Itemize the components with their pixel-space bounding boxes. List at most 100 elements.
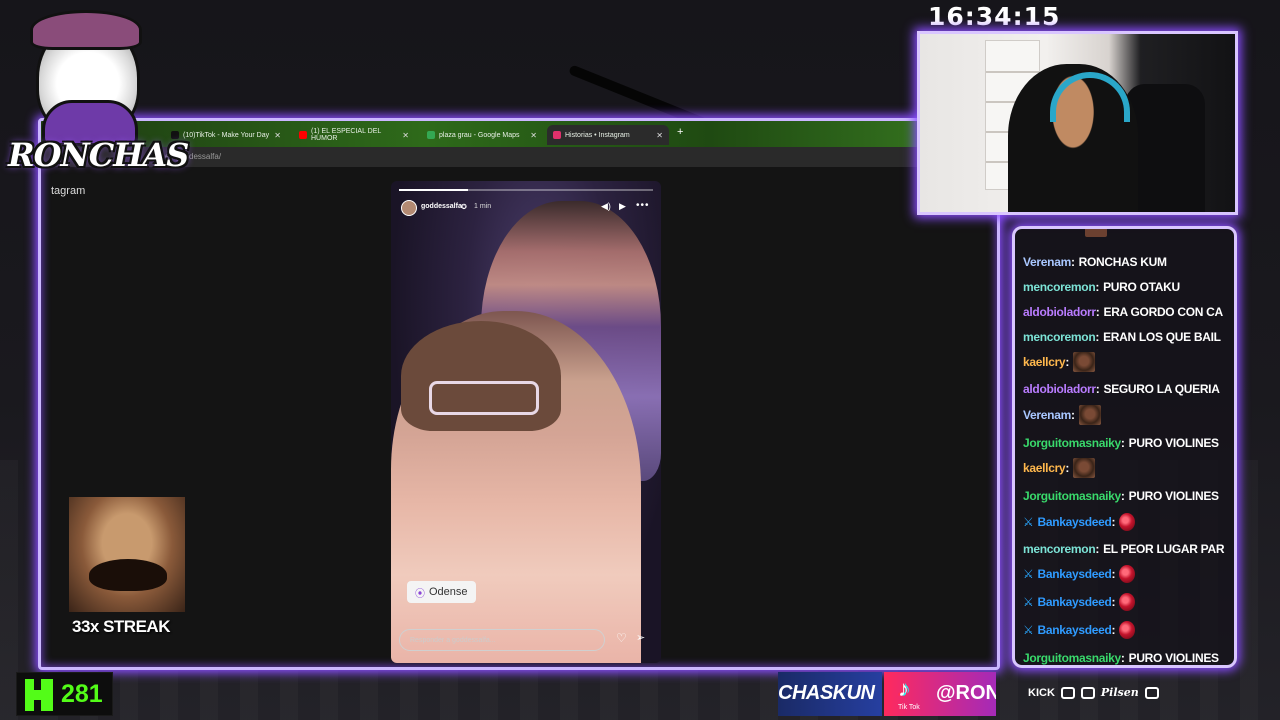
chat-username[interactable]: aldobioladorr <box>1023 382 1096 396</box>
channel-logo: RONCHAS tagram <box>8 10 189 197</box>
banner-chaskun: CHASKUN <box>778 672 882 716</box>
tab-label: Historias • Instagram <box>565 131 630 139</box>
chat-separator: : <box>1120 489 1125 503</box>
chat-separator: : <box>1095 305 1100 319</box>
chat-message: Verenam: <box>1023 404 1101 426</box>
chat-emote <box>1078 405 1101 425</box>
chat-username[interactable]: Bankaysdeed <box>1037 623 1111 637</box>
chat-text: ERAN LOS QUE BAIL <box>1103 330 1221 344</box>
chat-username[interactable]: Verenam <box>1023 255 1071 269</box>
sword-badge-icon: ⚔ <box>1023 515 1034 529</box>
discord-icon <box>1060 686 1075 699</box>
streak-label: 33x STREAK <box>72 617 170 636</box>
chat-separator: : <box>1095 542 1100 556</box>
chat-username[interactable]: Bankaysdeed <box>1037 567 1111 581</box>
chat-message: ⚔ Bankaysdeed: <box>1023 563 1136 585</box>
tab-youtube[interactable]: (1) EL ESPECIAL DEL HUMOR ✕ <box>293 125 415 145</box>
sword-badge-icon: ⚔ <box>1023 623 1034 637</box>
banner-chaskun-text: CHASKUN <box>778 682 875 704</box>
tab-label: (1) EL ESPECIAL DEL HUMOR <box>311 128 382 142</box>
close-icon[interactable]: ✕ <box>274 131 281 140</box>
chat-username[interactable]: Jorguitomasnaiky <box>1023 489 1121 503</box>
chat-emote <box>1073 352 1096 372</box>
instagram-story[interactable]: goddessalfa ✪ 1 min ◀) ▶ ••• ⦿ Odense Re… <box>391 181 661 663</box>
chat-message: ⚔ Bankaysdeed: <box>1023 511 1136 533</box>
chat-username[interactable]: Bankaysdeed <box>1037 595 1111 609</box>
tiktok-handle: @RONC <box>936 682 996 704</box>
chat-username[interactable]: mencoremon <box>1023 542 1096 556</box>
story-progress-fill <box>399 189 468 191</box>
chat-separator: : <box>1070 408 1075 422</box>
chat-separator: : <box>1120 436 1125 450</box>
chat-separator: : <box>1095 330 1100 344</box>
chat-username[interactable]: Jorguitomasnaiky <box>1023 651 1121 665</box>
sponsor-logo-icon <box>1144 686 1159 699</box>
streak-emote-mouth <box>89 559 167 591</box>
close-icon[interactable]: ✕ <box>402 131 409 140</box>
chat-username[interactable]: Jorguitomasnaiky <box>1023 436 1121 450</box>
chat-text: PURO VIOLINES <box>1128 489 1219 503</box>
sword-badge-icon: ⚔ <box>1023 567 1034 581</box>
story-photo-glasses <box>429 381 539 415</box>
chat-text: EL PEOR LUGAR PAR <box>1103 542 1225 556</box>
kick-logo-icon <box>25 679 53 711</box>
sword-badge-icon: ⚔ <box>1023 595 1034 609</box>
close-icon[interactable]: ✕ <box>656 131 663 140</box>
tab-google-maps[interactable]: plaza grau - Google Maps ✕ <box>421 125 543 145</box>
chat-username[interactable]: kaellcry <box>1023 355 1066 369</box>
chat-emote <box>1119 593 1136 611</box>
tab-instagram[interactable]: Historias • Instagram ✕ <box>547 125 669 145</box>
webcam-feed <box>917 31 1238 215</box>
chat-text: PURO VIOLINES <box>1128 651 1219 665</box>
new-tab-button[interactable]: + <box>677 126 683 138</box>
tab-label: (10)TikTok - Make Your Day <box>183 131 270 139</box>
location-label: Odense <box>429 586 468 598</box>
chat-overlay: Verenam: RONCHAS KUM mencoremon: PURO OTAKU… <box>1012 226 1237 668</box>
location-sticker[interactable]: ⦿ Odense <box>407 581 476 603</box>
send-icon[interactable]: ➢ <box>636 631 645 644</box>
chat-message: mencoremon: ERAN LOS QUE BAIL <box>1023 326 1221 348</box>
close-icon[interactable]: ✕ <box>530 131 537 140</box>
chat-separator: : <box>1095 382 1100 396</box>
logo-subtext: tagram <box>51 185 86 197</box>
more-options-icon[interactable]: ••• <box>636 200 650 211</box>
chat-username[interactable]: Bankaysdeed <box>1037 515 1111 529</box>
sponsor-pilsen: Pilsen <box>1100 686 1139 699</box>
chat-message: Jorguitomasnaiky: PURO VIOLINES <box>1023 485 1219 507</box>
chat-message: mencoremon: PURO OTAKU <box>1023 276 1180 298</box>
chat-message: kaellcry: <box>1023 351 1096 373</box>
sound-icon[interactable]: ◀) <box>601 201 611 212</box>
chat-text: PURO OTAKU <box>1103 280 1180 294</box>
chat-emote <box>1119 513 1136 531</box>
sponsor-strip: KICK Pilsen <box>1028 686 1159 699</box>
chat-username[interactable]: mencoremon <box>1023 330 1096 344</box>
twitch-icon <box>1080 686 1095 699</box>
streak-emote <box>69 497 185 612</box>
chat-username[interactable]: Verenam <box>1023 408 1071 422</box>
chat-separator: : <box>1065 355 1070 369</box>
chat-separator: : <box>1111 515 1116 529</box>
play-pause-icon[interactable]: ▶ <box>619 201 626 212</box>
chat-separator: : <box>1070 255 1075 269</box>
logo-text: RONCHAS <box>8 136 189 174</box>
youtube-favicon-icon <box>299 131 307 139</box>
chat-text: SEGURO LA QUERIA <box>1103 382 1220 396</box>
location-pin-icon: ⦿ <box>415 588 425 600</box>
chat-text: ERA GORDO CON CA <box>1103 305 1223 319</box>
chat-message: ⚔ Bankaysdeed: <box>1023 591 1136 613</box>
chat-username[interactable]: kaellcry <box>1023 461 1066 475</box>
chat-message: kaellcry: <box>1023 457 1096 479</box>
chat-username[interactable]: mencoremon <box>1023 280 1096 294</box>
story-progress-bar <box>399 189 653 191</box>
chat-text: PURO VIOLINES <box>1128 436 1219 450</box>
tab-label: plaza grau - Google Maps <box>439 131 520 139</box>
maps-favicon-icon <box>427 131 435 139</box>
chat-message: ⚔ Bankaysdeed: <box>1023 619 1136 641</box>
chat-separator: : <box>1111 595 1116 609</box>
heart-icon[interactable]: ♡ <box>616 631 627 645</box>
reply-input[interactable]: Responder a goddessalfa... <box>399 629 605 651</box>
story-username[interactable]: goddessalfa <box>421 203 462 210</box>
chat-separator: : <box>1120 651 1125 665</box>
avatar[interactable] <box>401 200 417 216</box>
chat-username[interactable]: aldobioladorr <box>1023 305 1096 319</box>
